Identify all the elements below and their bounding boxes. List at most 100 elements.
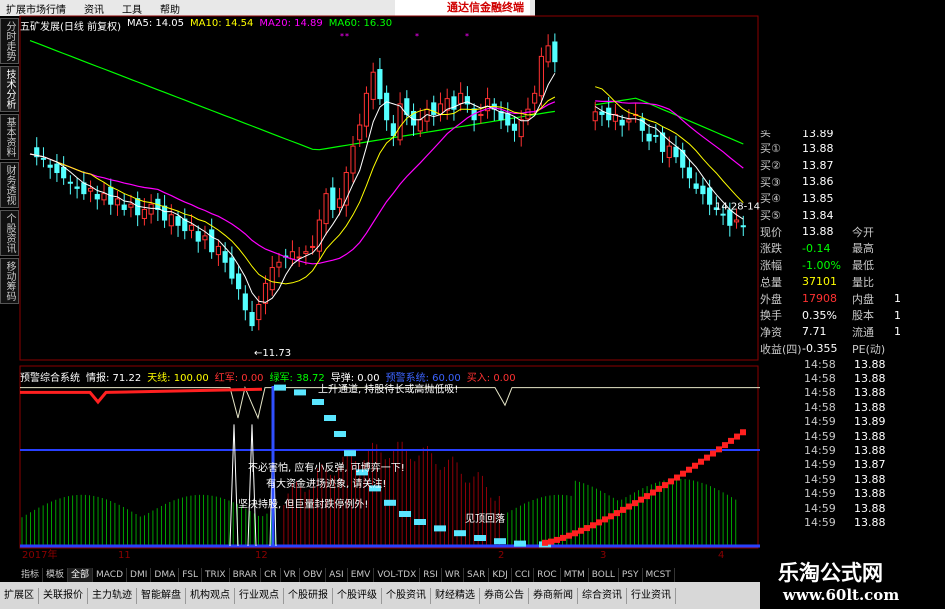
footer-nav-item[interactable]: 行业资讯 (627, 587, 676, 604)
top-note: 见顶回落 (465, 513, 505, 525)
candle-body (626, 119, 632, 123)
footer-nav-item[interactable]: 个股研报 (284, 587, 333, 604)
indicator-tab[interactable]: PSY (619, 568, 643, 582)
stat-row: 外盘 17908 内盘 1 (760, 290, 945, 307)
footer-nav-item[interactable]: 券商新闻 (529, 587, 578, 604)
green-army-block (344, 450, 356, 457)
footer-nav-item[interactable]: 机构观点 (186, 587, 235, 604)
quote-panel: 买 13.89 买① 13.88 买② 13.87 买③ 13.86 买④ 13.85 买⑤ 13… (760, 130, 945, 555)
stat-value-2: 1 (894, 292, 901, 306)
footer-nav-item[interactable]: 扩展区 (0, 587, 39, 604)
stat-row: 换手 0.35% 股本 1 (760, 307, 945, 324)
tick-price: 13.87 (854, 458, 886, 472)
footer-nav-item[interactable]: 财经精选 (431, 587, 480, 604)
indicator-tab[interactable]: CR (261, 568, 281, 582)
watermark-url: www.60lt.com (783, 586, 900, 604)
stat-label-2: 今开 (852, 225, 874, 239)
tick-row: 14:59 13.87 (760, 458, 945, 472)
indicator-tab[interactable]: BRAR (230, 568, 262, 582)
indicator-tab[interactable]: OBV (300, 568, 327, 582)
stat-value: 17908 (802, 292, 837, 306)
bid-price: 13.86 (802, 175, 834, 189)
tick-time: 14:58 (804, 372, 836, 386)
indicator-tab[interactable]: FSL (179, 568, 202, 582)
candle-body (673, 146, 679, 158)
indicator-tab[interactable]: MTM (561, 568, 589, 582)
candle-body (215, 245, 221, 256)
candle-body (619, 119, 625, 126)
indicator-tab[interactable]: ASI (326, 568, 348, 582)
indicator-tab[interactable]: RSI (420, 568, 442, 582)
candle-body (47, 164, 53, 168)
candle-body (148, 203, 154, 215)
stat-label-2: 最低 (852, 259, 874, 273)
low-price-label: ←11.73 (254, 348, 291, 359)
footer-nav-item[interactable]: 个股资讯 (382, 587, 431, 604)
footer-nav-item[interactable]: 券商公告 (480, 587, 529, 604)
indicator-tab[interactable]: KDJ (489, 568, 512, 582)
indicator-tab[interactable]: DMI (127, 568, 152, 582)
tick-time: 14:58 (804, 357, 836, 371)
red-army-block (722, 442, 728, 449)
indicator-tab[interactable]: CCI (512, 568, 535, 582)
footer-nav-item[interactable]: 关联报价 (39, 587, 88, 604)
indicator-tab[interactable]: VR (281, 568, 301, 582)
red-army-block (668, 478, 674, 485)
candle-body (417, 119, 423, 132)
footer-nav-item[interactable]: 主力轨迹 (88, 587, 137, 604)
candle-body (40, 157, 47, 160)
indicator-tab[interactable]: VOL-TDX (374, 568, 421, 582)
tick-price: 13.88 (854, 386, 886, 400)
stat-label: 外盘 (760, 292, 782, 306)
footer-nav-item[interactable]: 个股评级 (333, 587, 382, 604)
tick-row: 14:59 13.88 (760, 443, 945, 457)
candle-body (720, 213, 726, 216)
indicator-tab[interactable]: DMA (151, 568, 180, 582)
chart-area[interactable]: 17.0016.0015.0014.0013.0012.00100.0080.0… (0, 0, 760, 568)
red-army-block (620, 506, 626, 513)
indicator-tab[interactable]: ROC (534, 568, 561, 582)
indicator-tab[interactable]: MACD (93, 568, 128, 582)
indicator-tab[interactable]: 指标 (18, 568, 44, 582)
indicator-tab[interactable]: WR (442, 568, 465, 582)
candle-body (256, 303, 262, 321)
x-axis-label: 4 (718, 550, 724, 561)
stat-label-2: 量比 (852, 275, 874, 289)
candle-body (161, 205, 168, 221)
tick-price: 13.88 (854, 501, 886, 515)
tick-price: 13.88 (854, 487, 886, 501)
candle-body (67, 181, 73, 184)
candle-body (242, 293, 248, 311)
indicator-tab[interactable]: 全部 (68, 568, 94, 582)
candle-body (323, 193, 329, 225)
indicator-tab[interactable]: TRIX (202, 568, 230, 582)
indicator-tab[interactable]: MCST (643, 568, 675, 582)
stat-value: 13.88 (802, 225, 834, 239)
candle-body (222, 251, 228, 263)
footer-nav-item[interactable]: 智能解盘 (137, 587, 186, 604)
candle-body (168, 214, 174, 227)
price-panel-frame (19, 15, 759, 361)
footer-nav: 扩展区 关联报价 主力轨迹 智能解盘 机构观点 行业观点 个股研报 个股评级 个股资讯 财经精选券… (0, 582, 760, 609)
green-army-block (414, 519, 426, 525)
red-army-block (692, 462, 698, 469)
tick-price: 13.89 (854, 415, 886, 429)
stat-label: 收益(四) (760, 342, 802, 356)
indicator-tab[interactable]: 模板 (43, 568, 69, 582)
candle-body (599, 111, 605, 115)
indicator-tabs: 指标 模板 全部 MACD DMI DMA FSL TRIX BRAR CR VR OBV ASI EMV… (18, 568, 758, 582)
red-army-block (608, 513, 614, 520)
indicator-tab[interactable]: BOLL (589, 568, 619, 582)
indicator-tab[interactable]: EMV (348, 568, 375, 582)
stat-value: -0.14 (802, 241, 831, 255)
footer-nav-item[interactable]: 行业观点 (235, 587, 284, 604)
stat-value-2: 1 (894, 325, 901, 339)
green-army-block (384, 499, 396, 506)
signal-marker: * (415, 32, 419, 41)
indicator-tab[interactable]: SAR (464, 568, 490, 582)
footer-nav-item[interactable]: 综合资讯 (578, 587, 627, 604)
bid-label: 买① (760, 142, 781, 156)
stat-label-2: 股本 (852, 309, 874, 323)
stat-label: 涨跌 (760, 242, 782, 256)
red-army-block (602, 516, 608, 523)
